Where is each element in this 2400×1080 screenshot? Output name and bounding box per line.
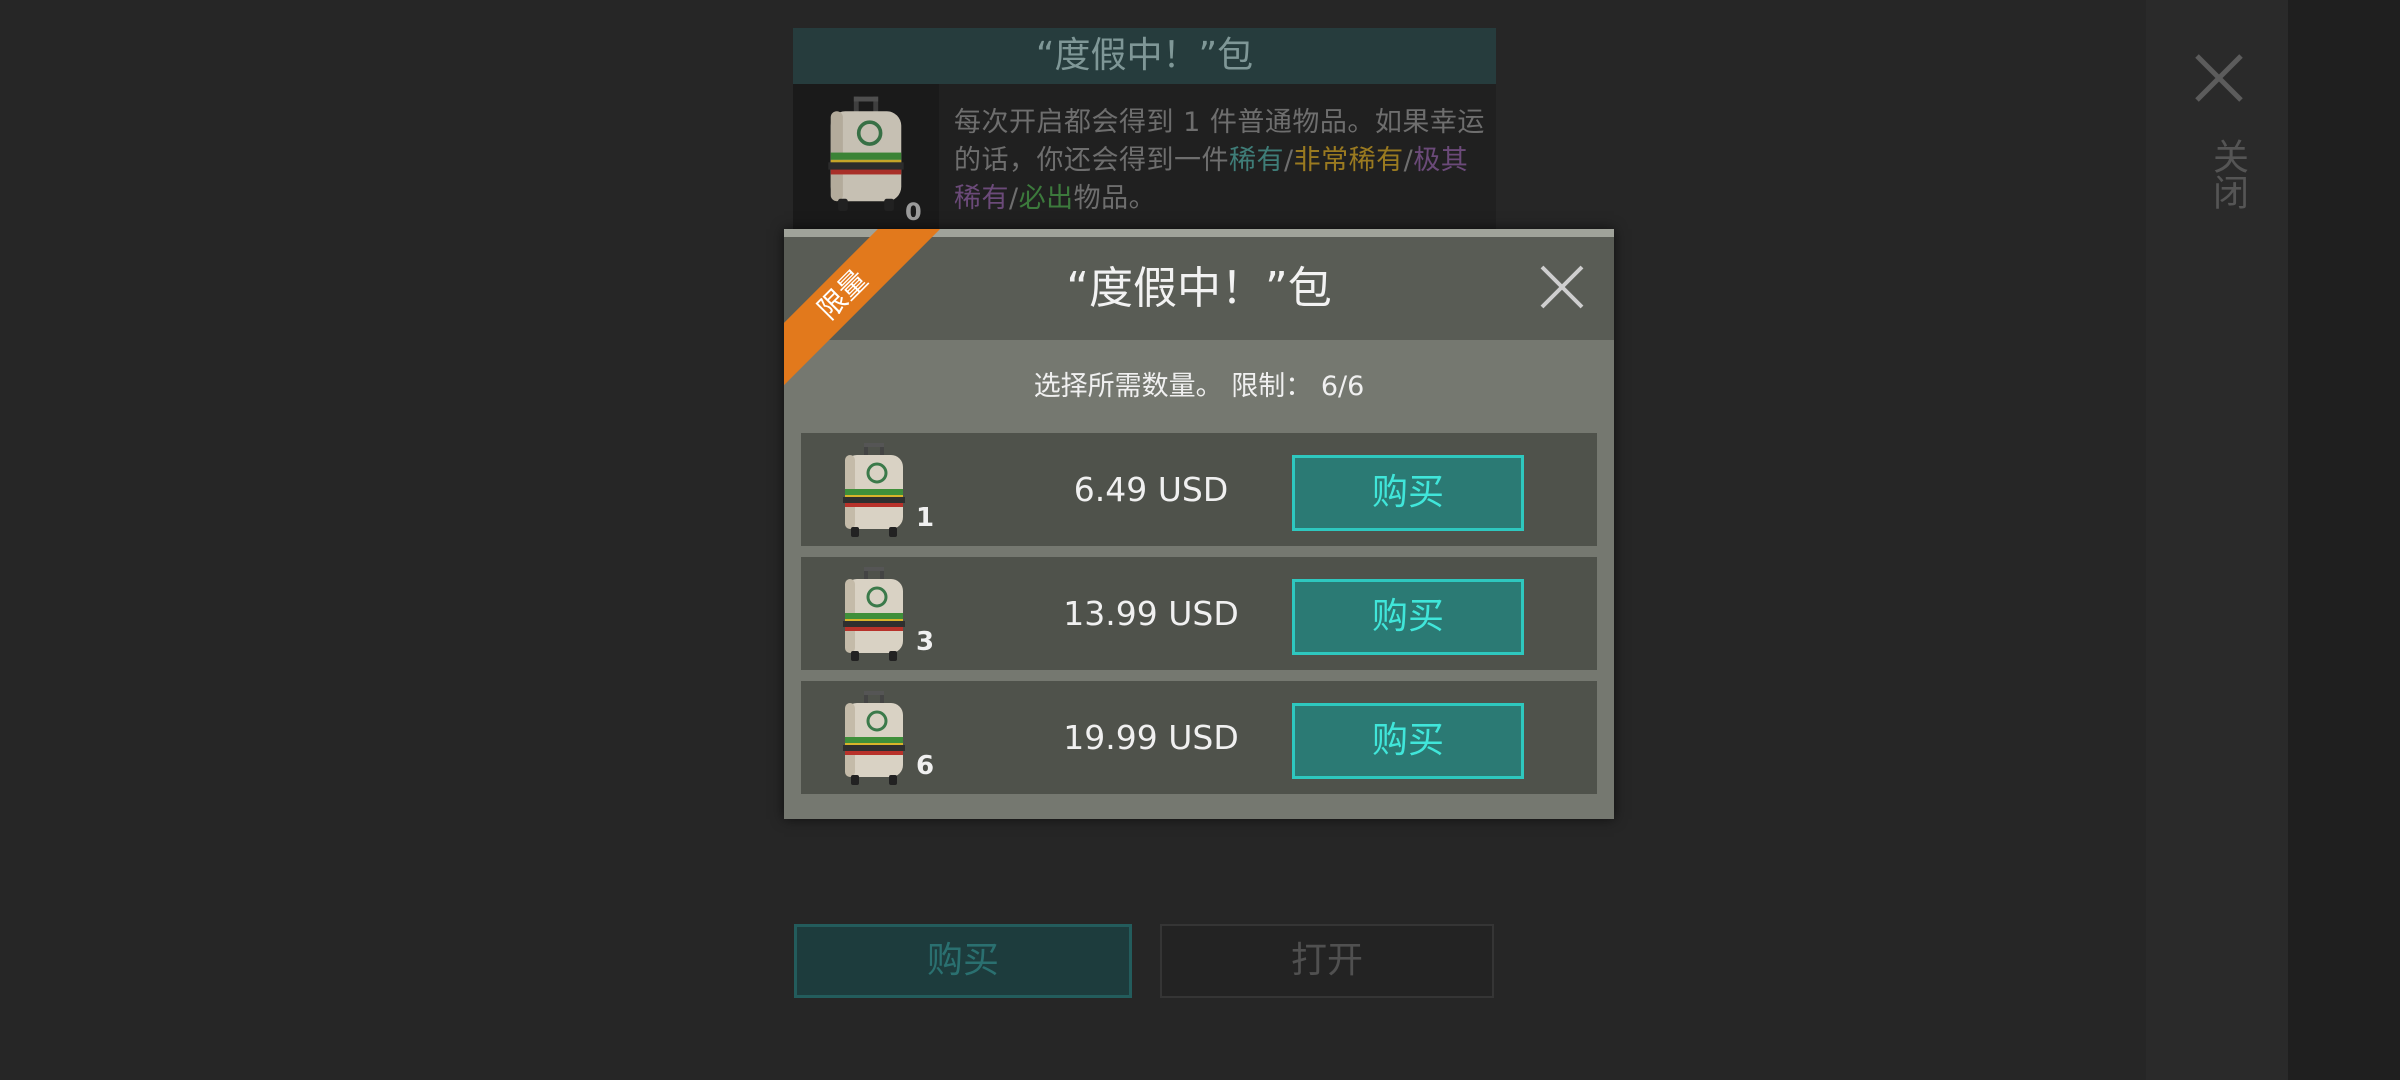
suitcase-icon — [821, 96, 911, 214]
purchase-option-row: 1 6.49 USD 购买 — [801, 433, 1597, 546]
rarity-very-rare: 非常稀有 — [1293, 145, 1404, 176]
rarity-rare: 稀有 — [1229, 145, 1284, 176]
desc-sep: / — [1009, 183, 1019, 214]
dialog-title: “度假中！”包 — [1066, 263, 1332, 314]
purchase-dialog: “度假中！”包 限量 选择所需数量。 限制： 6/6 1 6.49 USD 购买… — [784, 229, 1614, 819]
option-quantity: 1 — [916, 503, 935, 533]
desc-sep: / — [1403, 145, 1414, 176]
suitcase-icon — [837, 691, 911, 787]
rarity-guaranteed: 必出 — [1018, 183, 1074, 214]
item-title: “度假中！”包 — [793, 28, 1496, 84]
purchase-option-row: 3 13.99 USD 购买 — [801, 557, 1597, 670]
purchase-option-row: 6 19.99 USD 购买 — [801, 681, 1597, 794]
option-price: 19.99 USD — [1063, 718, 1239, 757]
side-strip — [2288, 0, 2400, 1080]
quantity-prompt: 选择所需数量。 限制： 6/6 — [1033, 371, 1365, 402]
option-price: 13.99 USD — [1063, 594, 1239, 633]
buy-button[interactable]: 购买 — [1292, 703, 1524, 779]
close-label[interactable]: 关闭 — [2188, 138, 2248, 210]
owned-count: 0 — [905, 198, 922, 226]
suitcase-icon — [837, 567, 911, 663]
option-quantity: 3 — [916, 627, 935, 657]
close-icon[interactable] — [2193, 52, 2245, 104]
close-icon[interactable] — [1538, 263, 1586, 311]
item-description: 每次开启都会得到 1 件普通物品。如果幸运的话，你还会得到一件稀有/非常稀有/极… — [954, 104, 1494, 218]
option-quantity: 6 — [916, 751, 935, 781]
buy-button[interactable]: 购买 — [794, 924, 1132, 998]
open-button[interactable]: 打开 — [1160, 924, 1494, 998]
desc-text-end: 物品。 — [1073, 183, 1157, 214]
buy-button[interactable]: 购买 — [1292, 579, 1524, 655]
suitcase-icon — [837, 443, 911, 539]
desc-sep: / — [1284, 145, 1294, 176]
buy-button[interactable]: 购买 — [1292, 455, 1524, 531]
option-price: 6.49 USD — [1073, 470, 1229, 509]
